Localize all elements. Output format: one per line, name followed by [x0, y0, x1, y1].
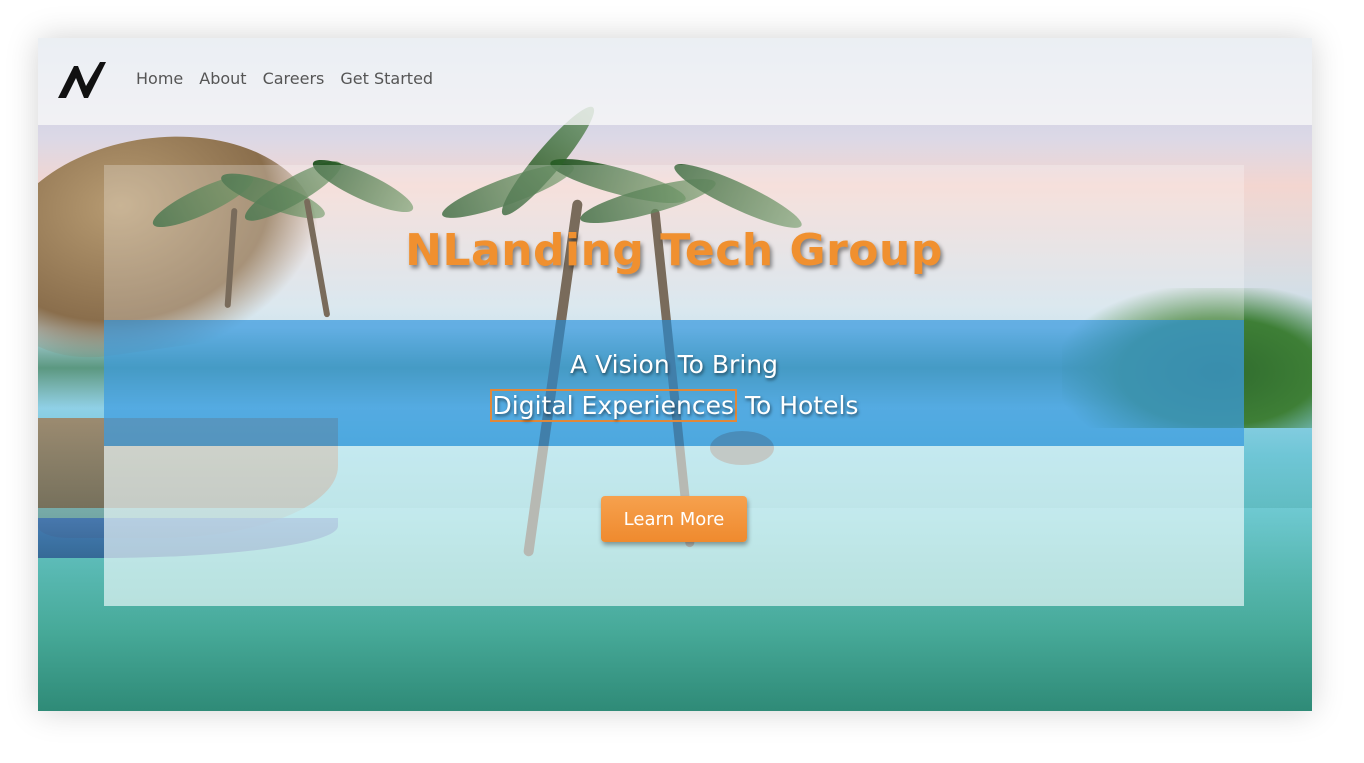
learn-more-button[interactable]: Learn More	[601, 496, 747, 542]
hero-section: NLanding Tech Group A Vision To Bring Di…	[104, 165, 1244, 606]
page-frame: Home About Careers Get Started NLanding …	[38, 38, 1312, 711]
nlanding-logo-icon[interactable]	[56, 60, 108, 100]
hero-tagline: A Vision To Bring Digital Experiences To…	[104, 344, 1244, 426]
nav-link-careers[interactable]: Careers	[263, 69, 325, 88]
hero-title: NLanding Tech Group	[405, 225, 943, 276]
nav-link-home[interactable]: Home	[136, 69, 183, 88]
tagline-line-2: Digital Experiences To Hotels	[104, 385, 1244, 426]
site-header: Home About Careers Get Started	[38, 38, 1312, 125]
tagline-line-1: A Vision To Bring	[570, 350, 778, 379]
tagline-band: A Vision To Bring Digital Experiences To…	[104, 320, 1244, 446]
main-nav: Home About Careers Get Started	[136, 69, 433, 88]
tagline-rest: To Hotels	[737, 391, 859, 420]
tagline-highlight: Digital Experiences	[489, 389, 737, 422]
nav-link-about[interactable]: About	[199, 69, 246, 88]
nav-link-get-started[interactable]: Get Started	[340, 69, 433, 88]
